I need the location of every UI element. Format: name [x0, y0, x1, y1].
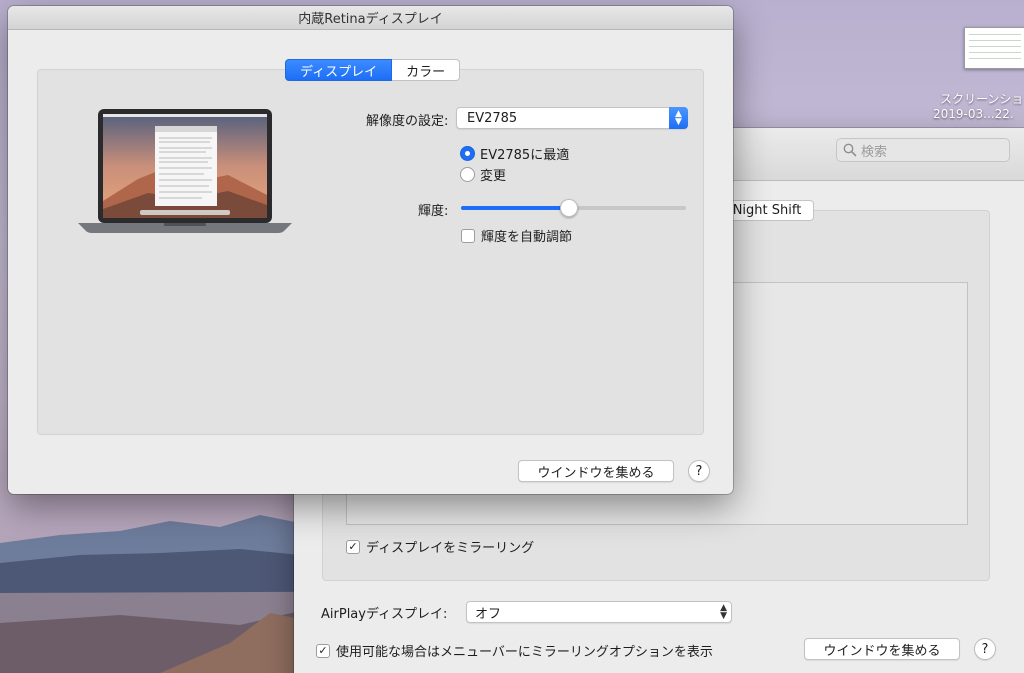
auto-brightness-checkbox[interactable]: 輝度を自動調節	[461, 226, 572, 245]
popup-arrows-icon: ▲ ▼	[720, 603, 727, 621]
checkmark-icon: ✓	[346, 539, 360, 554]
resolution-popup[interactable]: EV2785 ▲ ▼	[456, 107, 688, 129]
search-field[interactable]: 検索	[836, 138, 1010, 162]
resolution-value: EV2785	[467, 110, 518, 126]
window-title[interactable]: 内蔵Retinaディスプレイ	[8, 6, 733, 30]
screenshot-file-icon[interactable]	[964, 27, 1024, 69]
display-tabs: ディスプレイ カラー	[285, 59, 461, 81]
radio-selected-icon	[460, 146, 475, 161]
radio-scaled[interactable]: 変更	[460, 165, 506, 184]
checkmark-icon: ✓	[316, 643, 330, 658]
radio-unselected-icon	[460, 167, 475, 182]
gather-windows-button[interactable]: ウインドウを集める	[804, 638, 960, 660]
file-label-name: スクリーンショ	[940, 92, 1024, 106]
popup-arrows-icon: ▲ ▼	[669, 107, 688, 129]
show-mirroring-options-checkbox[interactable]: ✓ 使用可能な場合はメニューバーにミラーリングオプションを表示	[316, 641, 713, 660]
airplay-popup[interactable]: オフ ▲ ▼	[466, 601, 732, 623]
airplay-label: AirPlayディスプレイ:	[321, 607, 448, 622]
builtin-display-window: 内蔵Retinaディスプレイ ディスプレイ カラー 解像度の設定: EV2785…	[8, 6, 733, 494]
brightness-slider-fill	[461, 206, 569, 210]
auto-brightness-label: 輝度を自動調節	[481, 230, 573, 245]
mirror-displays-checkbox[interactable]: ✓ ディスプレイをミラーリング	[346, 537, 534, 556]
brightness-slider-knob[interactable]	[560, 199, 578, 217]
show-mirroring-options-label: 使用可能な場合はメニューバーにミラーリングオプションを表示	[336, 645, 713, 660]
brightness-slider[interactable]	[461, 199, 686, 217]
radio-best-label: EV2785に最適	[480, 148, 570, 163]
radio-best-for-display[interactable]: EV2785に最適	[460, 144, 569, 163]
help-button[interactable]: ?	[974, 638, 996, 660]
checkbox-empty-icon	[461, 228, 475, 243]
gather-windows-button[interactable]: ウインドウを集める	[518, 460, 674, 482]
tab-night-shift[interactable]: Night Shift	[720, 200, 814, 221]
mirror-displays-label: ディスプレイをミラーリング	[366, 541, 535, 556]
brightness-label: 輝度:	[418, 204, 449, 219]
help-button[interactable]: ?	[688, 460, 710, 482]
search-icon	[843, 143, 857, 157]
search-placeholder: 検索	[861, 144, 888, 160]
macbook-image	[78, 109, 292, 233]
tab-display[interactable]: ディスプレイ	[285, 59, 393, 81]
file-label-date: 2019-03...22.	[933, 107, 1014, 121]
tab-color[interactable]: カラー	[392, 59, 461, 81]
airplay-value: オフ	[475, 606, 502, 622]
radio-scaled-label: 変更	[480, 169, 507, 184]
resolution-label: 解像度の設定:	[366, 114, 449, 129]
